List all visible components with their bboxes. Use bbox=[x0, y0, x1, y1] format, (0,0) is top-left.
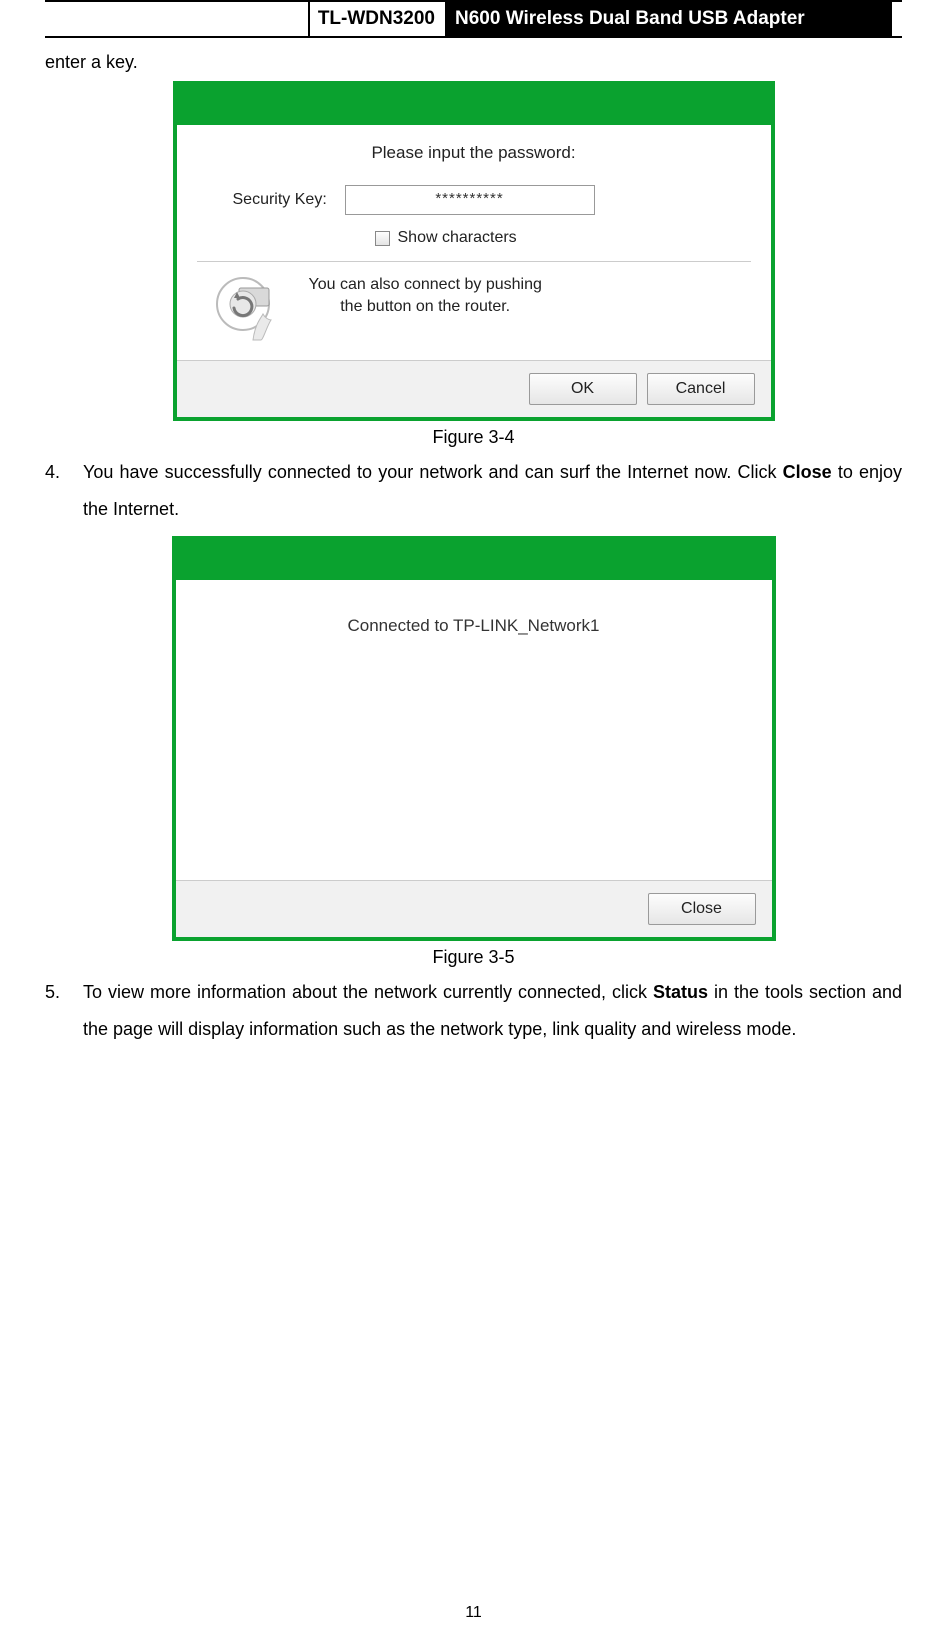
model-number: TL-WDN3200 bbox=[310, 2, 445, 36]
step-5-number: 5. bbox=[45, 974, 65, 1048]
wps-push-text: You can also connect by pushing the butt… bbox=[309, 274, 542, 317]
step-4-number: 4. bbox=[45, 454, 65, 528]
close-button[interactable]: Close bbox=[648, 893, 756, 925]
page-number: 11 bbox=[0, 1604, 947, 1622]
show-characters-label: Show characters bbox=[398, 229, 517, 247]
step-4-text: You have successfully connected to your … bbox=[83, 454, 902, 528]
page-header: TL-WDN3200 N600 Wireless Dual Band USB A… bbox=[45, 0, 902, 38]
ok-button[interactable]: OK bbox=[529, 373, 637, 405]
password-dialog: Please input the password: Security Key:… bbox=[173, 81, 775, 421]
security-key-input[interactable]: ********** bbox=[345, 185, 595, 215]
step-5-text: To view more information about the netwo… bbox=[83, 974, 902, 1048]
figure-3-4-caption: Figure 3-4 bbox=[45, 427, 902, 448]
divider bbox=[197, 261, 751, 262]
connected-status-text: Connected to TP-LINK_Network1 bbox=[348, 616, 600, 635]
figure-3-5-caption: Figure 3-5 bbox=[45, 947, 902, 968]
intro-fragment: enter a key. bbox=[45, 52, 902, 73]
dialog-prompt: Please input the password: bbox=[205, 143, 743, 163]
cancel-button[interactable]: Cancel bbox=[647, 373, 755, 405]
header-end bbox=[892, 2, 902, 36]
show-characters-checkbox[interactable] bbox=[375, 231, 390, 246]
header-spacer bbox=[45, 2, 310, 36]
step-5: 5. To view more information about the ne… bbox=[45, 974, 902, 1048]
wps-push-icon bbox=[205, 274, 293, 342]
connected-dialog: Connected to TP-LINK_Network1 Close bbox=[172, 536, 776, 941]
product-name: N600 Wireless Dual Band USB Adapter bbox=[445, 2, 892, 36]
security-key-label: Security Key: bbox=[205, 191, 345, 209]
step-4: 4. You have successfully connected to yo… bbox=[45, 454, 902, 528]
